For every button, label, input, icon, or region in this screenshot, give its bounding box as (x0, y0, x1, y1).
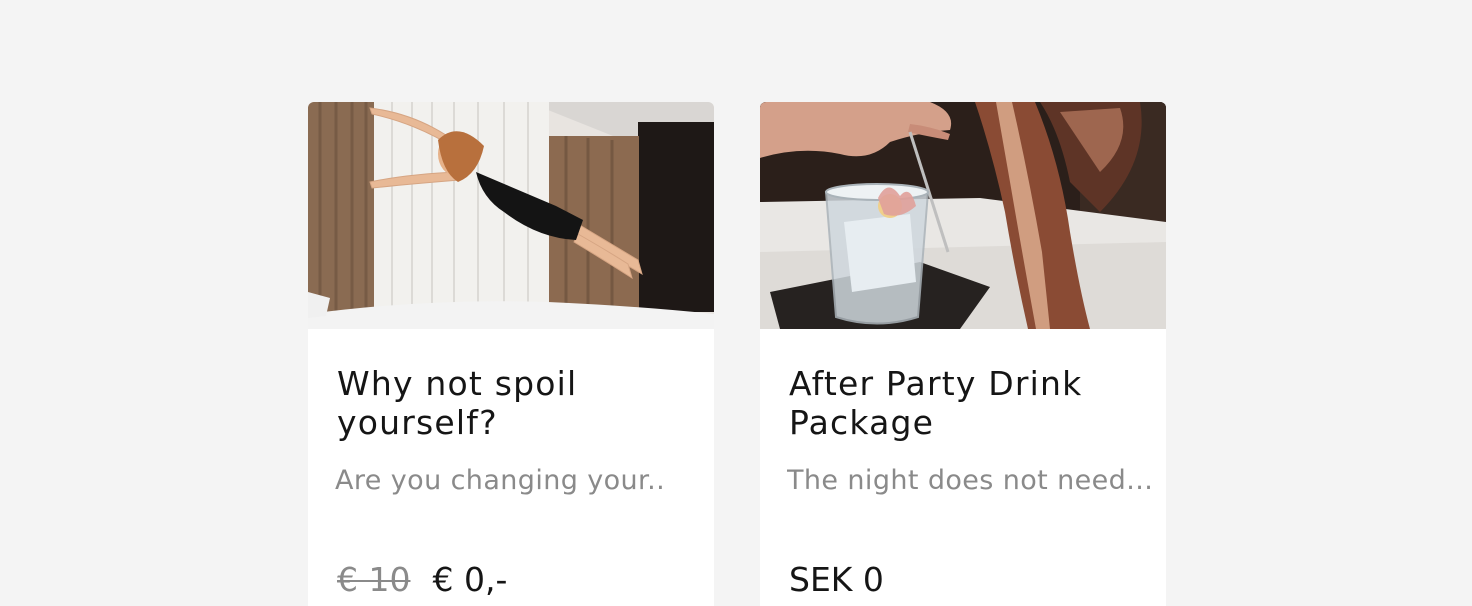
offer-description: Are you changing your.. (335, 465, 666, 496)
offer-description: The night does not need... (787, 465, 1154, 496)
offer-price: SEK 0 (789, 560, 884, 600)
original-price: € 10 (337, 560, 411, 599)
offer-card-after-party-drink[interactable]: After Party Drink Package The night does… (760, 102, 1166, 606)
offer-title: After Party Drink Package (789, 364, 1083, 442)
current-price: € 0,- (432, 560, 508, 599)
cocktail-pour-image (760, 102, 1166, 329)
current-price: SEK 0 (789, 560, 884, 599)
hotel-room-jump-image (308, 102, 714, 329)
offer-price: € 10 € 0,- (337, 560, 507, 600)
offer-card-spoil-yourself[interactable]: Why not spoil yourself? Are you changing… (308, 102, 714, 606)
offer-title: Why not spoil yourself? (337, 364, 578, 442)
